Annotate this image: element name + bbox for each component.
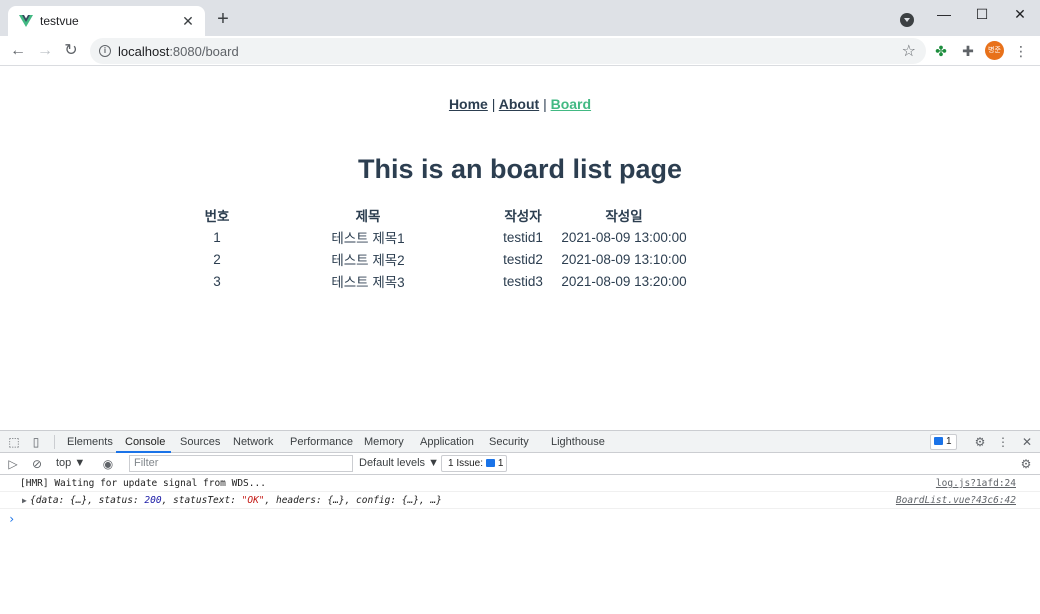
- page-viewport: Home | About | Board This is an board li…: [0, 66, 1040, 430]
- console-prompt-icon[interactable]: ›: [8, 512, 15, 526]
- tab-lighthouse[interactable]: Lighthouse: [551, 436, 605, 448]
- console-filter-input[interactable]: Filter: [129, 455, 353, 472]
- header-number: 번호: [204, 209, 230, 224]
- address-bar[interactable]: i localhost:8080/board ☆: [90, 38, 926, 64]
- browser-toolbar: ← → ↻ i localhost:8080/board ☆ ✤ ✚ 병준 ⋮: [0, 36, 1040, 66]
- expand-triangle-icon[interactable]: ▶: [22, 492, 27, 509]
- log-source-link[interactable]: BoardList.vue?43c6:42: [896, 492, 1016, 509]
- tab-security[interactable]: Security: [489, 436, 529, 448]
- table-row[interactable]: 3 테스트 제목3 testid3 2021-08-09 13:20:00: [195, 270, 699, 292]
- app-nav: Home | About | Board: [0, 96, 1040, 112]
- console-log-line[interactable]: ▶ {data: {…}, status: 200, statusText: "…: [0, 492, 1040, 509]
- log-object-preview[interactable]: {data: {…}, status: 200, statusText: "OK…: [22, 495, 442, 506]
- back-icon[interactable]: ←: [6, 40, 30, 62]
- forward-icon[interactable]: →: [33, 40, 57, 62]
- table-row[interactable]: 1 테스트 제목1 testid1 2021-08-09 13:00:00: [195, 226, 699, 248]
- tab-console[interactable]: Console: [125, 436, 165, 448]
- extensions-puzzle-icon[interactable]: ✚: [958, 41, 978, 61]
- message-icon: [485, 459, 495, 467]
- cell-date: 2021-08-09 13:10:00: [561, 251, 687, 267]
- cell-date: 2021-08-09 13:20:00: [561, 273, 687, 289]
- log-source-link[interactable]: log.js?1afd:24: [936, 475, 1016, 492]
- cell-writer: testid1: [503, 229, 543, 245]
- bookmark-star-icon[interactable]: ☆: [902, 41, 916, 61]
- inspect-element-icon[interactable]: ⬚: [6, 434, 22, 450]
- reload-icon[interactable]: ↻: [59, 40, 83, 62]
- log-levels-dropdown[interactable]: Default levels ▼: [359, 457, 439, 469]
- console-output: [HMR] Waiting for update signal from WDS…: [0, 475, 1040, 614]
- console-filter-bar: ▷ ⊘ top ▼ ◉ Filter Default levels ▼ 1 Is…: [0, 453, 1040, 475]
- page-title: This is an board list page: [357, 154, 683, 184]
- tab-search-icon[interactable]: [900, 13, 914, 27]
- header-date: 작성일: [605, 209, 643, 224]
- issues-badge[interactable]: 1: [930, 434, 957, 450]
- context-selector[interactable]: top ▼: [56, 457, 85, 469]
- issue-count-button[interactable]: 1 Issue: 1: [441, 455, 507, 472]
- cell-title[interactable]: 테스트 제목1: [239, 226, 497, 248]
- devtools-menu-icon[interactable]: ⋮: [995, 434, 1011, 450]
- cell-date: 2021-08-09 13:00:00: [561, 229, 687, 245]
- live-expression-eye-icon[interactable]: ◉: [100, 456, 116, 472]
- console-settings-icon[interactable]: ⚙: [1018, 456, 1034, 472]
- table-header-row: 번호 제목 작성자 작성일: [195, 204, 699, 226]
- tab-application[interactable]: Application: [420, 436, 474, 448]
- vue-logo-icon: [19, 15, 33, 27]
- tab-memory[interactable]: Memory: [364, 436, 404, 448]
- browser-tab[interactable]: testvue ✕: [8, 6, 205, 36]
- devtools-settings-icon[interactable]: ⚙: [972, 434, 988, 450]
- cell-number: 3: [213, 273, 221, 289]
- devtools-panel: ⬚ ▯ Elements Console Sources Network Per…: [0, 430, 1040, 614]
- close-window-button[interactable]: ✕: [998, 3, 1040, 25]
- show-sidebar-icon[interactable]: ▷: [5, 456, 21, 472]
- cell-title[interactable]: 테스트 제목2: [239, 248, 497, 270]
- board-table: 번호 제목 작성자 작성일 1 테스트 제목1 testid1 2021-08-…: [195, 204, 699, 292]
- cell-writer: testid3: [503, 273, 543, 289]
- devtools-tab-bar: ⬚ ▯ Elements Console Sources Network Per…: [0, 431, 1040, 453]
- message-icon: [934, 437, 943, 445]
- tab-sources[interactable]: Sources: [180, 436, 220, 448]
- tab-elements[interactable]: Elements: [67, 436, 113, 448]
- header-writer: 작성자: [504, 209, 542, 224]
- nav-separator: |: [491, 96, 496, 112]
- extension-clover-icon[interactable]: ✤: [931, 41, 951, 61]
- cell-title[interactable]: 테스트 제목3: [239, 270, 497, 292]
- url-text[interactable]: localhost:8080/board: [118, 44, 239, 59]
- tab-strip: testvue ✕ + — ☐ ✕: [0, 0, 1040, 36]
- cell-number: 2: [213, 251, 221, 267]
- new-tab-button[interactable]: +: [212, 9, 234, 31]
- table-row[interactable]: 2 테스트 제목2 testid2 2021-08-09 13:10:00: [195, 248, 699, 270]
- console-log-line: [HMR] Waiting for update signal from WDS…: [0, 475, 1040, 492]
- tab-title: testvue: [40, 14, 79, 28]
- nav-link-home[interactable]: Home: [449, 96, 488, 112]
- close-tab-icon[interactable]: ✕: [179, 12, 197, 30]
- header-title: 제목: [355, 209, 381, 224]
- profile-avatar[interactable]: 병준: [985, 41, 1004, 60]
- nav-separator: |: [543, 96, 547, 112]
- tab-network[interactable]: Network: [233, 436, 273, 448]
- tab-performance[interactable]: Performance: [290, 436, 353, 448]
- nav-link-about[interactable]: About: [499, 96, 539, 112]
- log-message: [HMR] Waiting for update signal from WDS…: [20, 478, 266, 489]
- cell-writer: testid2: [503, 251, 543, 267]
- device-toolbar-icon[interactable]: ▯: [28, 434, 44, 450]
- toolbar-divider: [54, 435, 55, 449]
- nav-link-board[interactable]: Board: [551, 96, 591, 112]
- site-info-icon[interactable]: i: [99, 45, 111, 57]
- close-devtools-icon[interactable]: ✕: [1019, 434, 1035, 450]
- clear-console-icon[interactable]: ⊘: [29, 456, 45, 472]
- cell-number: 1: [213, 229, 221, 245]
- browser-menu-icon[interactable]: ⋮: [1012, 40, 1030, 62]
